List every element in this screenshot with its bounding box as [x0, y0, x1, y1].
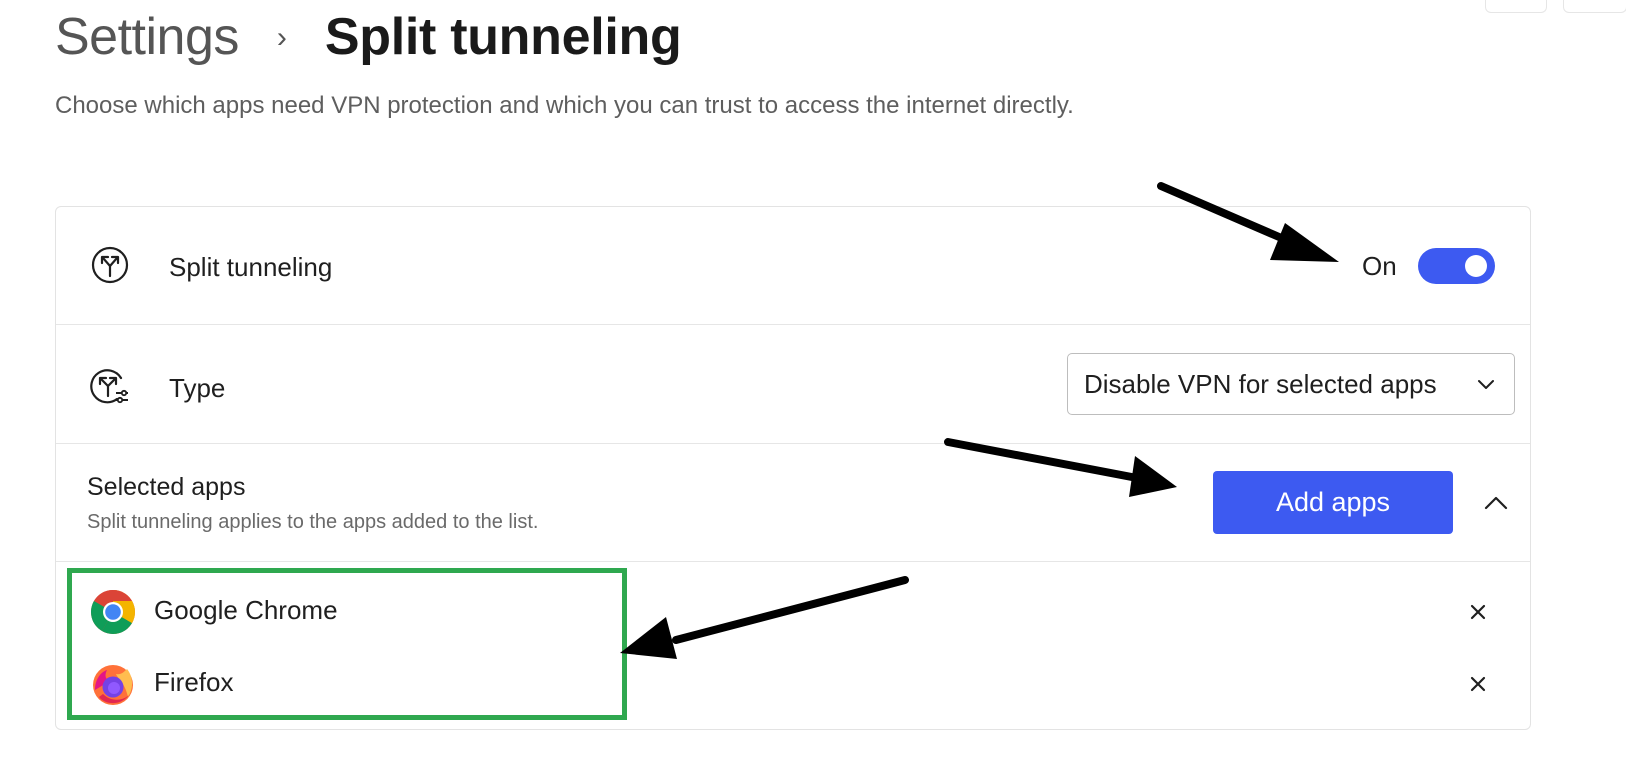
app-name: Google Chrome: [154, 595, 338, 625]
selected-apps-row: Selected apps Split tunneling applies to…: [56, 444, 1530, 562]
type-row: Type Disable VPN for selected apps: [56, 325, 1530, 444]
app-name: Firefox: [154, 667, 234, 697]
window-control[interactable]: [1485, 0, 1547, 13]
close-icon[interactable]: [1464, 598, 1492, 626]
chrome-icon: [91, 590, 135, 634]
breadcrumb: Settings › Split tunneling: [55, 2, 682, 72]
toggle-knob: [1465, 255, 1487, 277]
breadcrumb-separator: ›: [276, 21, 287, 54]
list-item: Firefox: [56, 654, 1530, 714]
add-apps-button[interactable]: Add apps: [1213, 471, 1453, 534]
chevron-up-icon[interactable]: [1481, 488, 1511, 518]
split-route-icon: [91, 246, 129, 284]
close-icon[interactable]: [1464, 670, 1492, 698]
selected-apps-list: Google Chrome Firefox: [56, 562, 1530, 729]
split-tunneling-settings-page: Settings › Split tunneling Choose which …: [0, 0, 1626, 765]
type-select[interactable]: Disable VPN for selected apps: [1067, 353, 1515, 415]
list-item: Google Chrome: [56, 582, 1530, 642]
chevron-down-icon: [1478, 380, 1494, 389]
split-tunneling-toggle[interactable]: [1418, 248, 1495, 284]
selected-apps-title: Selected apps: [87, 473, 246, 501]
split-settings-icon: [90, 369, 128, 404]
type-select-value: Disable VPN for selected apps: [1084, 369, 1437, 399]
page-description: Choose which apps need VPN protection an…: [55, 92, 1074, 119]
split-tunneling-row: Split tunneling On: [56, 207, 1530, 325]
selected-apps-subtitle: Split tunneling applies to the apps adde…: [87, 511, 539, 533]
breadcrumb-settings-link[interactable]: Settings: [55, 7, 239, 67]
split-tunneling-label: Split tunneling: [169, 252, 333, 282]
toggle-state-label: On: [1362, 251, 1397, 281]
window-control[interactable]: [1563, 0, 1626, 13]
page-title: Split tunneling: [324, 8, 682, 66]
firefox-icon: [93, 665, 133, 705]
split-tunneling-card: Split tunneling On Type Disable VPN for …: [55, 206, 1531, 730]
type-label: Type: [169, 373, 226, 403]
